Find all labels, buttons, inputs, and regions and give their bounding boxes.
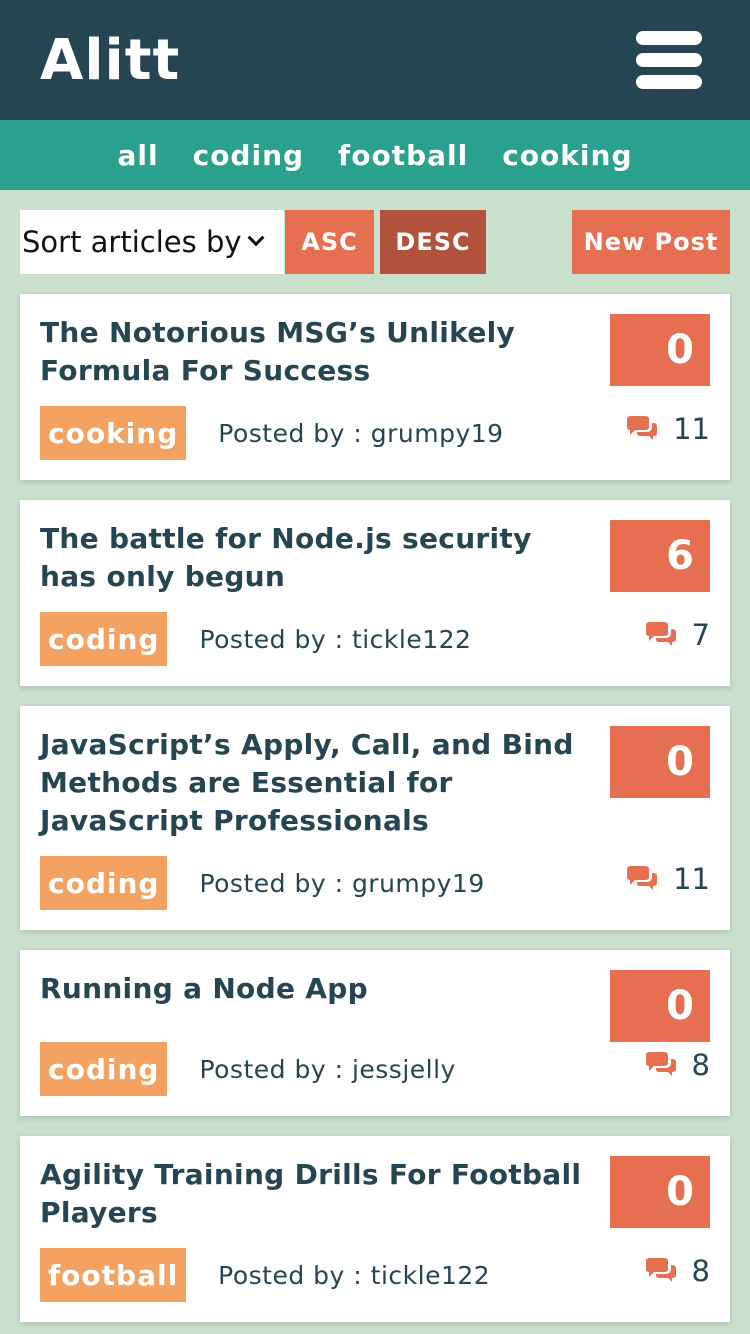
comments-icon — [645, 622, 676, 646]
app-header: Alitt — [0, 0, 750, 120]
vote-count[interactable]: 0 — [610, 970, 710, 1042]
comments-icon — [645, 1258, 676, 1282]
article-list: The Notorious MSG’s Unlikely Formula For… — [0, 294, 750, 1322]
article-author: Posted by : grumpy19 — [199, 868, 485, 898]
app-logo[interactable]: Alitt — [40, 28, 180, 93]
topic-badge[interactable]: coding — [40, 856, 168, 910]
sort-desc-button[interactable]: DESC — [380, 210, 486, 274]
vote-count[interactable]: 0 — [610, 1156, 710, 1228]
vote-count[interactable]: 0 — [610, 314, 710, 386]
topic-badge[interactable]: coding — [40, 1042, 168, 1096]
article-author: Posted by : tickle122 — [218, 1260, 491, 1290]
comments-icon — [645, 1052, 676, 1076]
topic-link-cooking[interactable]: cooking — [502, 139, 632, 172]
article-title[interactable]: The Notorious MSG’s Unlikely Formula For… — [40, 314, 585, 390]
article-meta: coding Posted by : grumpy19 — [40, 856, 710, 910]
article-card[interactable]: The battle for Node.js security has only… — [20, 500, 730, 686]
comment-count-value: 11 — [673, 412, 710, 446]
comment-count[interactable]: 11 — [625, 412, 710, 446]
article-author: Posted by : jessjelly — [199, 1054, 456, 1084]
article-meta: coding Posted by : tickle122 — [40, 612, 710, 666]
hamburger-bar — [636, 31, 702, 45]
vote-count[interactable]: 0 — [610, 726, 710, 798]
article-author: Posted by : grumpy19 — [218, 418, 504, 448]
hamburger-icon[interactable] — [636, 31, 702, 89]
chevron-down-icon — [247, 229, 265, 247]
comment-count[interactable]: 11 — [625, 862, 710, 896]
sort-asc-button[interactable]: ASC — [285, 210, 374, 274]
comments-icon — [627, 416, 658, 440]
topic-badge[interactable]: cooking — [40, 406, 187, 460]
comment-count-value: 7 — [691, 618, 710, 652]
topic-nav: all coding football cooking — [0, 120, 750, 190]
article-meta: cooking Posted by : grumpy19 — [40, 406, 710, 460]
topic-badge[interactable]: coding — [40, 612, 168, 666]
sort-select-label: Sort articles by — [22, 225, 242, 259]
article-title[interactable]: Agility Training Drills For Football Pla… — [40, 1156, 585, 1232]
article-card[interactable]: Running a Node App 0 coding Posted by : … — [20, 950, 730, 1116]
article-card[interactable]: The Notorious MSG’s Unlikely Formula For… — [20, 294, 730, 480]
comment-count-value: 8 — [691, 1254, 710, 1288]
topic-link-football[interactable]: football — [338, 139, 468, 172]
comment-count[interactable]: 8 — [644, 1254, 710, 1288]
article-meta: coding Posted by : jessjelly — [40, 1042, 710, 1096]
vote-count[interactable]: 6 — [610, 520, 710, 592]
topic-link-all[interactable]: all — [118, 139, 159, 172]
hamburger-bar — [636, 53, 702, 67]
article-title[interactable]: Running a Node App — [40, 970, 585, 1008]
article-card[interactable]: Agility Training Drills For Football Pla… — [20, 1136, 730, 1322]
article-controls: Sort articles by ASC DESC New Post — [0, 190, 750, 294]
topic-link-coding[interactable]: coding — [193, 139, 304, 172]
article-meta: football Posted by : tickle122 — [40, 1248, 710, 1302]
article-card[interactable]: JavaScript’s Apply, Call, and Bind Metho… — [20, 706, 730, 930]
article-title[interactable]: JavaScript’s Apply, Call, and Bind Metho… — [40, 726, 585, 840]
comment-count[interactable]: 8 — [644, 1048, 710, 1082]
article-author: Posted by : tickle122 — [199, 624, 472, 654]
comment-count-value: 11 — [673, 862, 710, 896]
sort-select[interactable]: Sort articles by — [20, 210, 284, 274]
new-post-button[interactable]: New Post — [572, 210, 730, 274]
comment-count[interactable]: 7 — [644, 618, 710, 652]
article-title[interactable]: The battle for Node.js security has only… — [40, 520, 585, 596]
comment-count-value: 8 — [691, 1048, 710, 1082]
topic-badge[interactable]: football — [40, 1248, 187, 1302]
hamburger-bar — [636, 75, 702, 89]
comments-icon — [627, 866, 658, 890]
